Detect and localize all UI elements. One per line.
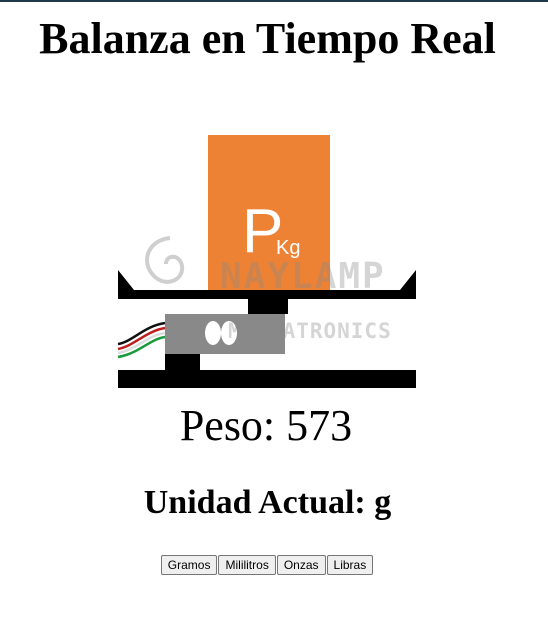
- ounces-button[interactable]: Onzas: [276, 555, 326, 575]
- scale-post: [248, 299, 288, 314]
- watermark-line1: NAYLAMP: [220, 256, 386, 297]
- unit-button-group: Gramos Mililitros Onzas Libras: [0, 555, 535, 575]
- scale-base-post: [165, 354, 200, 370]
- weight-readout: Peso: 573: [179, 401, 353, 450]
- scale-base: [118, 370, 416, 388]
- watermark-swirl-icon: [145, 236, 185, 284]
- milliliters-button[interactable]: Mililitros: [218, 555, 276, 575]
- watermark-line2: MECHATRONICS: [228, 319, 392, 343]
- grams-button[interactable]: Gramos: [160, 555, 218, 575]
- page: Balanza en Tiempo Real P Kg NAYLAMP MECH…: [0, 0, 548, 621]
- scale-illustration: P Kg NAYLAMP MECHATRONICS: [117, 135, 416, 388]
- page-title: Balanza en Tiempo Real: [39, 14, 496, 63]
- pounds-button[interactable]: Libras: [326, 555, 374, 575]
- current-unit-readout: Unidad Actual: g: [143, 484, 392, 521]
- load-cell-hole: [205, 321, 221, 345]
